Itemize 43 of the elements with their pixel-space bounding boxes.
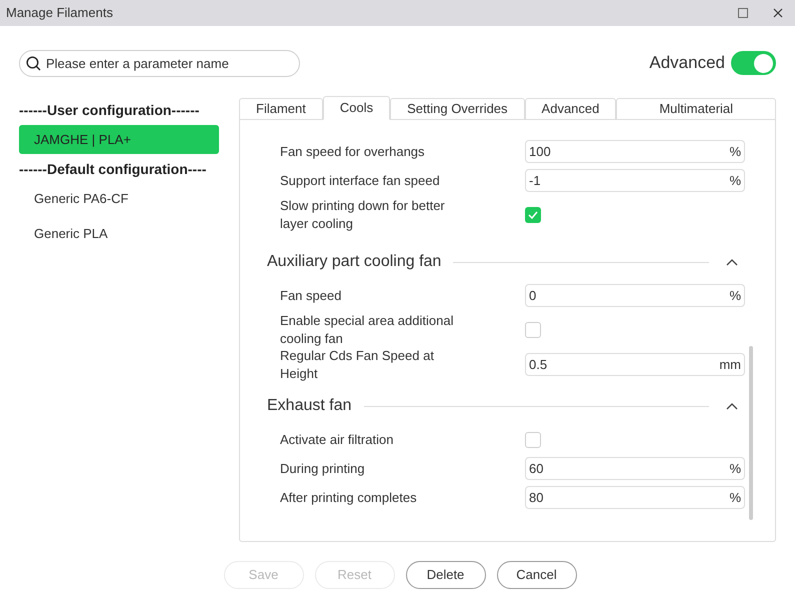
setting-label: Slow printing down for better layer cooling: [280, 197, 446, 233]
value-field[interactable]: 0.5 mm: [525, 353, 745, 376]
section-heading: Exhaust fan: [267, 396, 352, 416]
filament-item[interactable]: Generic PLA: [19, 219, 219, 248]
search-icon: [26, 56, 41, 70]
advanced-label: Advanced: [649, 52, 725, 74]
setting-label: During printing: [280, 460, 366, 478]
tab[interactable]: Cools: [322, 96, 390, 120]
search-field[interactable]: Please enter a parameter name: [19, 50, 300, 76]
group-heading: ------Default configuration----: [19, 160, 208, 179]
value-field[interactable]: 0 %: [525, 284, 745, 307]
tab[interactable]: Filament: [239, 98, 323, 120]
value-field[interactable]: 60 %: [525, 457, 745, 480]
scrollbar[interactable]: [749, 346, 753, 520]
tab[interactable]: Advanced: [524, 98, 616, 120]
dialog-button[interactable]: Cancel: [496, 561, 576, 589]
dialog-button[interactable]: Delete: [406, 561, 486, 589]
window-title: Manage Filaments: [6, 4, 114, 22]
setting-label: Fan speed: [280, 286, 342, 304]
setting-label: Support interface fan speed: [280, 172, 441, 190]
checkbox[interactable]: [525, 432, 541, 448]
group-heading: ------User configuration------: [19, 100, 200, 120]
value-field[interactable]: -1 %: [525, 169, 745, 192]
filament-item[interactable]: JAMGHE | PLA+: [19, 125, 219, 154]
checkbox[interactable]: [525, 322, 541, 338]
setting-label: Enable special area additional cooling fan: [280, 312, 454, 348]
checkbox[interactable]: [525, 207, 541, 223]
tab[interactable]: Setting Overrides: [390, 98, 525, 120]
filament-item[interactable]: Generic PA6-CF: [19, 184, 219, 213]
value-field[interactable]: 100 %: [525, 140, 745, 163]
setting-label: After printing completes: [280, 488, 418, 506]
advanced-toggle[interactable]: [731, 51, 776, 75]
chevron-icon[interactable]: [726, 402, 738, 410]
maximize-icon[interactable]: [738, 8, 748, 18]
tab[interactable]: Multimaterial: [616, 98, 776, 120]
close-icon[interactable]: [773, 8, 783, 18]
setting-label: Regular Cds Fan Speed at Height: [280, 346, 435, 382]
check-icon: [528, 211, 538, 219]
value-field[interactable]: 80 %: [525, 486, 745, 509]
chevron-icon[interactable]: [726, 258, 738, 266]
setting-label: Activate air filtration: [280, 430, 394, 448]
section-heading: Auxiliary part cooling fan: [267, 252, 442, 272]
setting-label: Fan speed for overhangs: [280, 142, 426, 160]
